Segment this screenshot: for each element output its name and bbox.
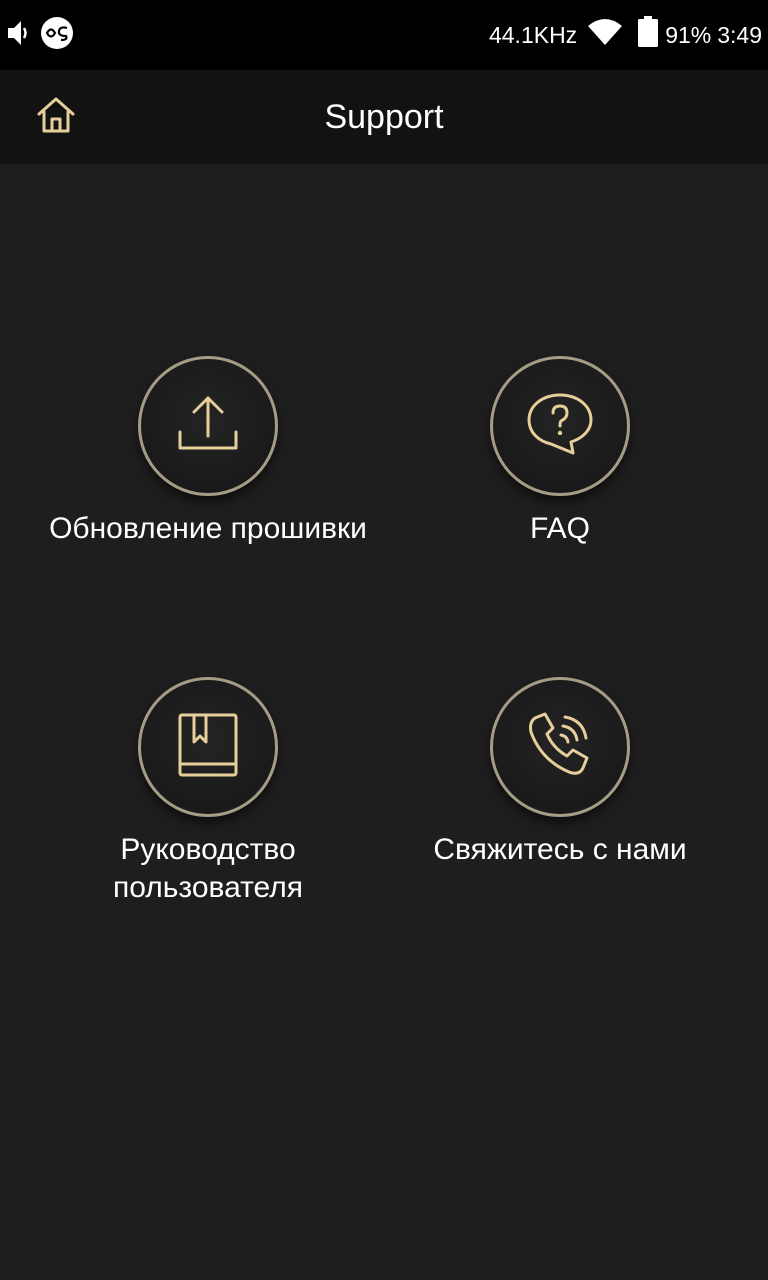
sample-rate-text: 44.1KHz (488, 21, 578, 48)
battery-icon (637, 16, 659, 54)
contact-us-button[interactable] (490, 677, 630, 817)
user-manual-label: Руководство пользователя (113, 833, 303, 904)
wifi-icon (587, 18, 623, 52)
volume-icon (6, 18, 32, 53)
status-right: 44.1KHz 91% 3:49 (488, 16, 762, 54)
phone-icon (525, 710, 595, 785)
book-icon (176, 712, 240, 783)
faq-label: FAQ (529, 512, 590, 545)
app-bar: Support (0, 70, 768, 164)
contact-us-item[interactable]: Свяжитесь с нами (368, 677, 752, 869)
question-bubble-icon (525, 391, 595, 462)
user-manual-button[interactable] (138, 677, 278, 817)
support-menu: Обновление прошивки FAQ Руководство поль… (0, 164, 768, 1280)
firmware-update-button[interactable] (138, 356, 278, 496)
upload-icon (176, 392, 240, 461)
faq-item[interactable]: FAQ (368, 356, 752, 548)
status-bar: 44.1KHz 91% 3:49 (0, 0, 768, 70)
firmware-update-item[interactable]: Обновление прошивки (16, 356, 400, 548)
page-title: Support (324, 98, 444, 136)
faq-button[interactable] (490, 356, 630, 496)
user-manual-item[interactable]: Руководство пользователя (16, 677, 400, 907)
contact-us-label: Свяжитесь с нами (433, 833, 687, 866)
status-left (6, 16, 74, 55)
firmware-update-label: Обновление прошивки (49, 512, 367, 545)
battery-percent-text: 91% (665, 21, 712, 48)
app-logo-icon (40, 16, 74, 55)
clock-text: 3:49 (717, 21, 762, 48)
